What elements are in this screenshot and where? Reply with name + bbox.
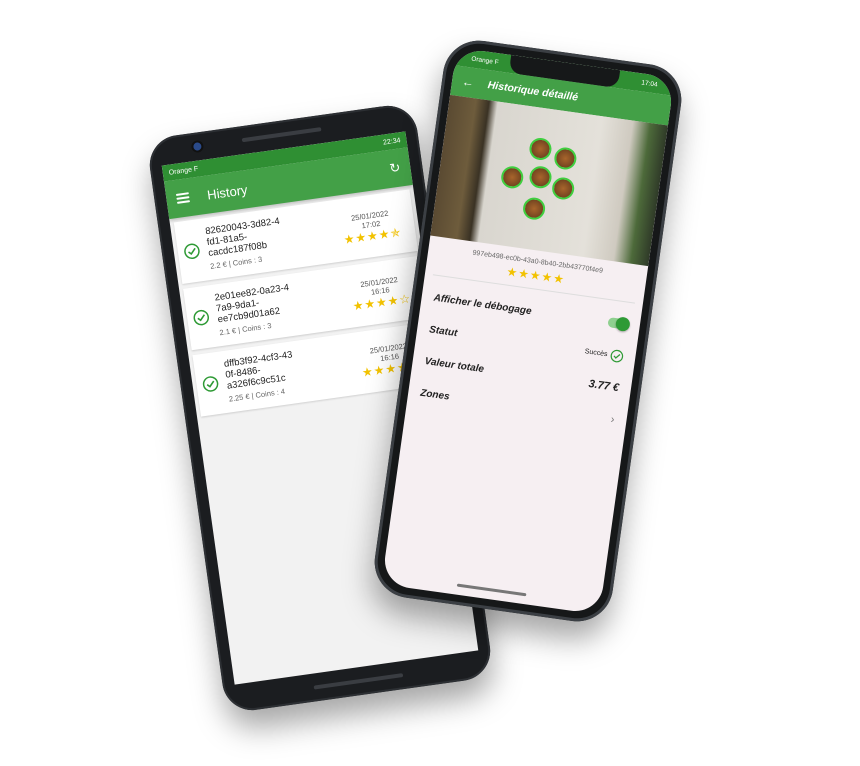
bottom-speaker xyxy=(313,673,404,690)
detected-coin xyxy=(550,176,576,201)
chevron-right-icon: › xyxy=(609,413,616,426)
check-circle-icon xyxy=(202,376,219,392)
item-side: 25/01/2022 16:16 ★★★★☆ xyxy=(342,272,419,313)
detail-screen: Orange F 17:04 ← Historique détaillé 997… xyxy=(381,47,675,615)
detected-coin xyxy=(552,146,578,171)
page-title: Historique détaillé xyxy=(487,79,579,104)
item-side: 25/01/2022 17:02 ★★★★✯ xyxy=(332,206,409,247)
item-details: 2e01ee82-0a23-4 7a9-9da1- ee7cb9d01a62 2… xyxy=(214,275,347,338)
detected-coin xyxy=(499,164,525,190)
debug-toggle[interactable] xyxy=(607,317,629,330)
total-value: 3.77 € xyxy=(587,378,620,395)
home-indicator xyxy=(456,583,527,597)
debug-label: Afficher le débogage xyxy=(432,292,533,317)
item-details: 82620043-3d82-4 fd1-81a5- cacdc187f08b 2… xyxy=(205,208,338,271)
speaker-grille xyxy=(241,127,322,143)
check-circle-icon xyxy=(610,349,624,362)
detected-coin xyxy=(528,164,553,190)
clock: 17:04 xyxy=(640,78,659,89)
front-camera xyxy=(192,141,202,152)
carrier-label: Orange F xyxy=(168,165,199,177)
status-value: Succès xyxy=(584,345,624,363)
iphone: Orange F 17:04 ← Historique détaillé 997… xyxy=(370,36,686,626)
coin-photo xyxy=(430,94,668,267)
detected-coin xyxy=(521,196,547,222)
refresh-icon[interactable]: ↻ xyxy=(388,160,401,177)
check-circle-icon xyxy=(184,243,200,260)
zones-label: Zones xyxy=(419,387,451,403)
detected-coin xyxy=(528,136,553,162)
status-label: Statut xyxy=(428,323,459,339)
item-details: dffb3f92-4cf3-43 0f-8486- a326f6c9c51c 2… xyxy=(223,341,356,404)
status-text: Succès xyxy=(584,347,609,358)
clock: 22:34 xyxy=(382,136,401,147)
arrow-left-icon[interactable]: ← xyxy=(461,74,475,90)
hamburger-icon[interactable] xyxy=(175,192,191,204)
check-circle-icon xyxy=(193,309,210,326)
total-label: Valeur totale xyxy=(424,355,485,375)
carrier-label: Orange F xyxy=(470,55,500,66)
